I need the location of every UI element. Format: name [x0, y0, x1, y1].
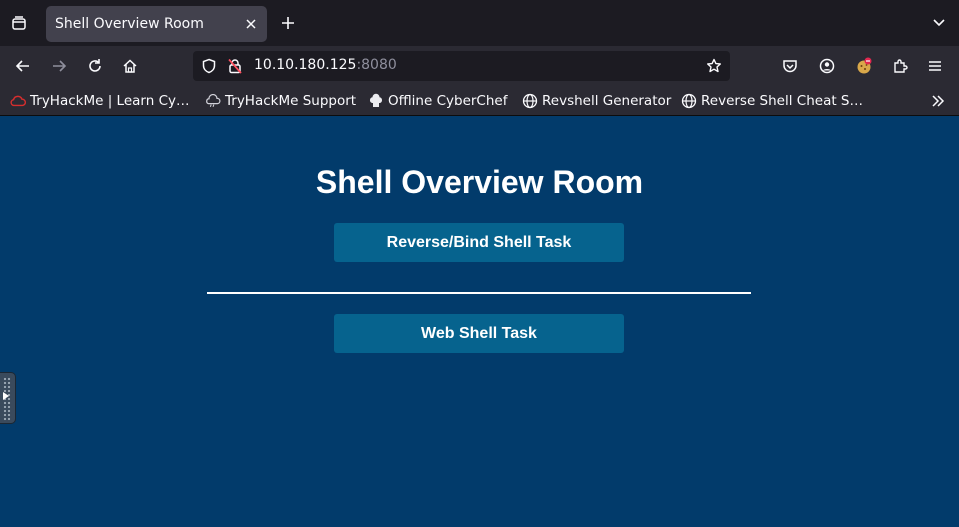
bookmark-label: TryHackMe | Learn Cy… — [30, 93, 190, 109]
new-tab-button[interactable] — [277, 12, 299, 34]
reverse-bind-shell-task-button[interactable]: Reverse/Bind Shell Task — [334, 223, 624, 262]
bookmark-revshell-generator[interactable]: Revshell Generator — [522, 92, 671, 110]
forward-button[interactable] — [46, 53, 72, 79]
back-arrow-icon — [15, 58, 31, 74]
bookmark-offline-cyberchef[interactable]: Offline CyberChef — [368, 92, 507, 110]
globe-icon — [681, 93, 697, 109]
home-icon — [122, 58, 138, 74]
tracking-protection-shield-icon[interactable] — [201, 58, 217, 74]
support-cloud-icon — [205, 93, 221, 109]
tab-list-icon — [11, 15, 27, 31]
bookmark-tryhackme[interactable]: TryHackMe | Learn Cy… — [10, 92, 190, 110]
tab-list-button[interactable] — [6, 10, 32, 36]
web-shell-task-button[interactable]: Web Shell Task — [334, 314, 624, 353]
page-title: Shell Overview Room — [315, 164, 644, 200]
reload-button[interactable] — [82, 53, 108, 79]
chevron-down-icon — [932, 15, 946, 29]
tryhackme-cloud-icon — [10, 93, 26, 109]
reload-icon — [87, 58, 103, 74]
side-panel-handle[interactable] — [0, 372, 16, 424]
active-tab[interactable]: Shell Overview Room — [46, 6, 267, 42]
forward-arrow-icon — [51, 58, 67, 74]
list-all-tabs-button[interactable] — [931, 14, 947, 30]
tab-strip: Shell Overview Room — [0, 0, 959, 46]
back-button[interactable] — [10, 53, 36, 79]
chef-hat-icon — [368, 93, 384, 109]
url-port: :8080 — [356, 57, 397, 73]
bookmark-label: Offline CyberChef — [388, 93, 508, 109]
page-content: Shell Overview Room Reverse/Bind Shell T… — [0, 117, 959, 527]
globe-icon — [522, 93, 538, 109]
play-arrow-icon — [3, 392, 9, 400]
hamburger-menu-icon — [927, 58, 943, 74]
menu-button[interactable] — [922, 53, 948, 79]
pocket-icon — [782, 58, 798, 74]
url-text: 10.10.180.125:8080 — [254, 57, 397, 73]
url-host: 10.10.180.125 — [254, 57, 357, 73]
account-icon — [819, 58, 835, 74]
bookmarks-toolbar: TryHackMe | Learn Cy… TryHackMe Support … — [0, 86, 959, 116]
bookmark-label: Reverse Shell Cheat S… — [701, 93, 863, 109]
close-tab-icon[interactable] — [243, 16, 259, 32]
pocket-button[interactable] — [777, 53, 803, 79]
extensions-button[interactable] — [887, 53, 913, 79]
bookmark-star-icon[interactable] — [706, 58, 722, 74]
plus-icon — [281, 16, 295, 30]
tab-title: Shell Overview Room — [55, 16, 204, 32]
horizontal-divider — [207, 292, 751, 294]
extension-button[interactable] — [851, 53, 877, 79]
puzzle-piece-icon — [892, 58, 908, 74]
navigation-toolbar: 10.10.180.125:8080 — [0, 46, 959, 86]
bookmark-label: Revshell Generator — [542, 93, 672, 109]
home-button[interactable] — [117, 53, 143, 79]
insecure-lock-icon[interactable] — [227, 58, 243, 74]
bookmark-tryhackme-support[interactable]: TryHackMe Support — [205, 92, 356, 110]
bookmark-label: TryHackMe Support — [225, 93, 357, 109]
more-bookmarks-button[interactable] — [929, 92, 947, 110]
cookie-extension-icon — [855, 57, 873, 75]
url-bar[interactable]: 10.10.180.125:8080 — [193, 51, 730, 81]
double-chevron-right-icon — [931, 94, 945, 108]
bookmark-reverse-shell-cheat-sheet[interactable]: Reverse Shell Cheat S… — [681, 92, 863, 110]
account-button[interactable] — [814, 53, 840, 79]
